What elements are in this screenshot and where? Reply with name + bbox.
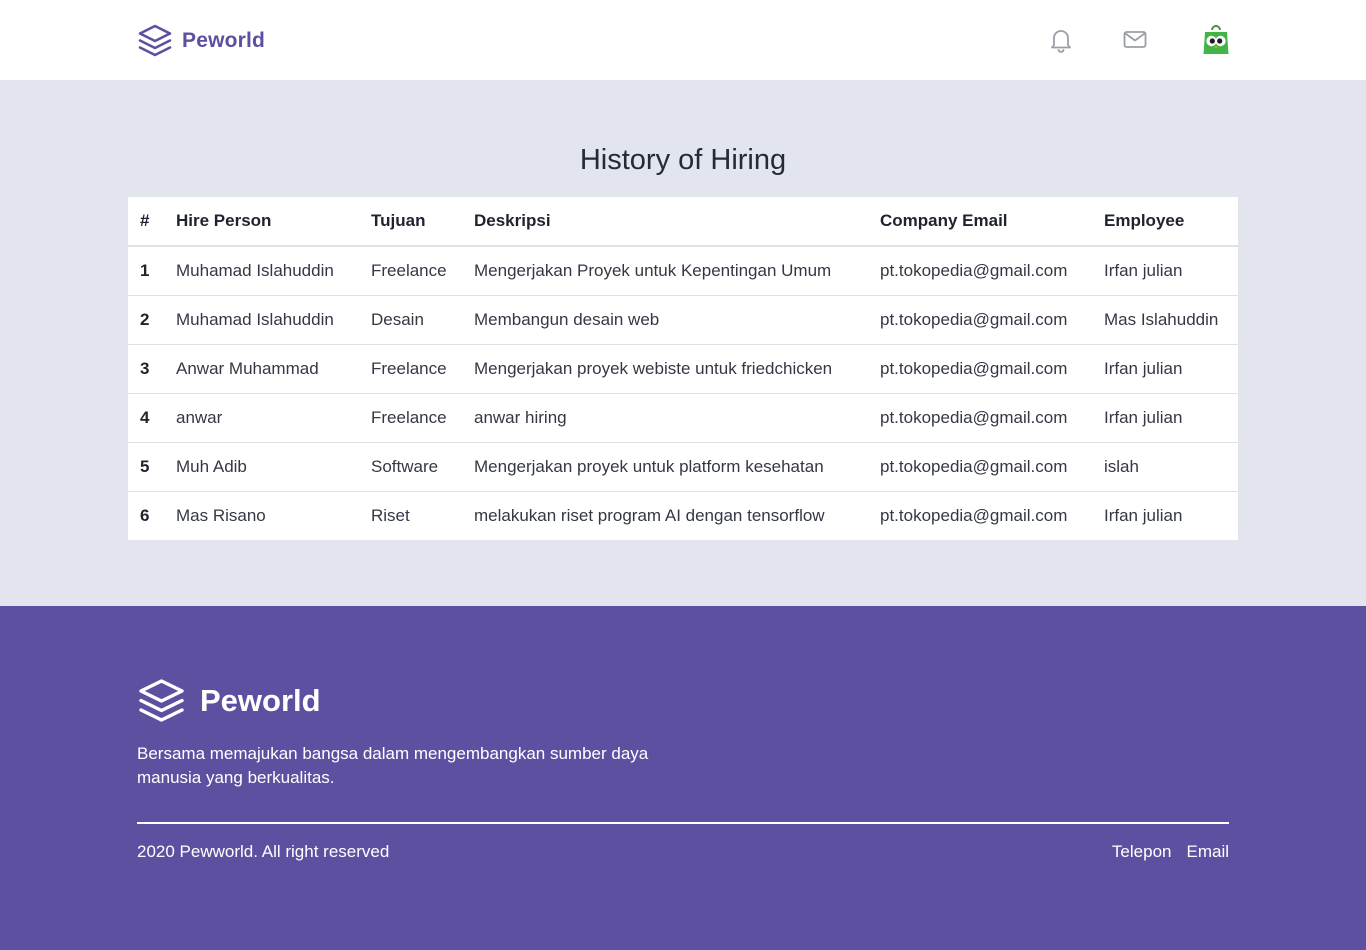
navbar: Peworld bbox=[0, 0, 1366, 80]
table-row: 2 Muhamad Islahuddin Desain Membangun de… bbox=[128, 295, 1238, 345]
footer-link-email[interactable]: Email bbox=[1186, 842, 1229, 862]
tujuan-cell: Riset bbox=[371, 505, 410, 525]
hire-person-cell: Anwar Muhammad bbox=[176, 344, 371, 394]
company-email-cell: pt.tokopedia@gmail.com bbox=[880, 393, 1104, 443]
column-header-tujuan: Tujuan bbox=[371, 197, 474, 247]
company-email-cell: pt.tokopedia@gmail.com bbox=[880, 344, 1104, 394]
row-number: 3 bbox=[128, 344, 176, 394]
tujuan-cell: Software bbox=[371, 442, 474, 492]
table-row: 3 Anwar Muhammad Freelance Mengerjakan p… bbox=[128, 344, 1238, 394]
company-email-cell: pt.tokopedia@gmail.com bbox=[880, 505, 1068, 525]
deskripsi-cell: Mengerjakan Proyek untuk Kepentingan Umu… bbox=[474, 246, 880, 296]
row-number: 5 bbox=[128, 442, 176, 492]
hire-person-cell: Muhamad Islahuddin bbox=[176, 295, 371, 345]
deskripsi-cell: Mengerjakan proyek webiste untuk friedch… bbox=[474, 344, 880, 394]
layers-logo-icon bbox=[139, 679, 184, 722]
avatar[interactable] bbox=[1200, 24, 1232, 56]
bell-icon[interactable] bbox=[1047, 26, 1075, 54]
deskripsi-cell: Membangun desain web bbox=[474, 295, 880, 345]
table-row: 4 anwar Freelance anwar hiring pt.tokope… bbox=[128, 393, 1238, 443]
employee-cell: Irfan julian bbox=[1104, 246, 1238, 296]
layers-logo-icon bbox=[138, 24, 172, 57]
deskripsi-cell: Mengerjakan proyek untuk platform keseha… bbox=[474, 442, 880, 492]
row-number: 1 bbox=[128, 246, 176, 296]
footer-brand-name: Peworld bbox=[200, 683, 321, 718]
mail-icon[interactable] bbox=[1121, 26, 1149, 54]
table-row: 5 Muh Adib Software Mengerjakan proyek u… bbox=[128, 442, 1238, 492]
tujuan-cell: Freelance bbox=[371, 344, 474, 394]
column-header-company-email: Company Email bbox=[880, 197, 1104, 247]
footer-tagline: Bersama memajukan bangsa dalam mengemban… bbox=[137, 744, 649, 787]
table-row: 6 Mas Risano Riset melakukan riset progr… bbox=[128, 491, 1238, 540]
footer: Peworld Bersama memajukan bangsa dalam m… bbox=[0, 606, 1366, 950]
column-header-employee: Employee bbox=[1104, 197, 1238, 247]
column-header-number: # bbox=[128, 197, 176, 247]
company-email-cell: pt.tokopedia@gmail.com bbox=[880, 295, 1104, 345]
copyright-text: 2020 Pewworld. All right reserved bbox=[137, 842, 390, 861]
hire-person-cell: Mas Risano bbox=[176, 505, 266, 525]
hire-person-cell: Muh Adib bbox=[176, 442, 371, 492]
footer-links: Telepon Email bbox=[1112, 842, 1229, 862]
hiring-table: # Hire Person Tujuan Deskripsi Company E… bbox=[128, 197, 1238, 540]
employee-cell: islah bbox=[1104, 442, 1238, 492]
main-content: History of Hiring # Hire Person Tujuan D… bbox=[0, 80, 1366, 606]
row-number: 2 bbox=[128, 295, 176, 345]
column-header-hire-person: Hire Person bbox=[176, 197, 371, 247]
hire-person-cell: anwar bbox=[176, 393, 371, 443]
footer-link-telepon[interactable]: Telepon bbox=[1112, 842, 1172, 862]
company-email-cell: pt.tokopedia@gmail.com bbox=[880, 246, 1104, 296]
deskripsi-cell: anwar hiring bbox=[474, 393, 880, 443]
hire-person-cell: Muhamad Islahuddin bbox=[176, 246, 371, 296]
hiring-table-card: # Hire Person Tujuan Deskripsi Company E… bbox=[128, 197, 1238, 540]
employee-cell: Irfan julian bbox=[1104, 505, 1183, 525]
row-number: 4 bbox=[128, 393, 176, 443]
page-title: History of Hiring bbox=[579, 144, 787, 176]
column-header-deskripsi: Deskripsi bbox=[474, 197, 880, 247]
employee-cell: Irfan julian bbox=[1104, 393, 1238, 443]
tujuan-cell: Freelance bbox=[371, 246, 474, 296]
table-row: 1 Muhamad Islahuddin Freelance Mengerjak… bbox=[128, 246, 1238, 296]
company-email-cell: pt.tokopedia@gmail.com bbox=[880, 442, 1104, 492]
tujuan-cell: Freelance bbox=[371, 393, 474, 443]
table-header-row: # Hire Person Tujuan Deskripsi Company E… bbox=[128, 197, 1238, 247]
deskripsi-cell: melakukan riset program AI dengan tensor… bbox=[474, 505, 825, 525]
employee-cell: Irfan julian bbox=[1104, 344, 1238, 394]
row-number: 6 bbox=[140, 505, 150, 525]
brand-link[interactable]: Peworld bbox=[137, 24, 265, 58]
footer-brand: Peworld bbox=[137, 678, 321, 724]
brand-name: Peworld bbox=[182, 29, 266, 52]
footer-divider bbox=[137, 822, 1229, 824]
tujuan-cell: Desain bbox=[371, 295, 474, 345]
employee-cell: Mas Islahuddin bbox=[1104, 295, 1238, 345]
